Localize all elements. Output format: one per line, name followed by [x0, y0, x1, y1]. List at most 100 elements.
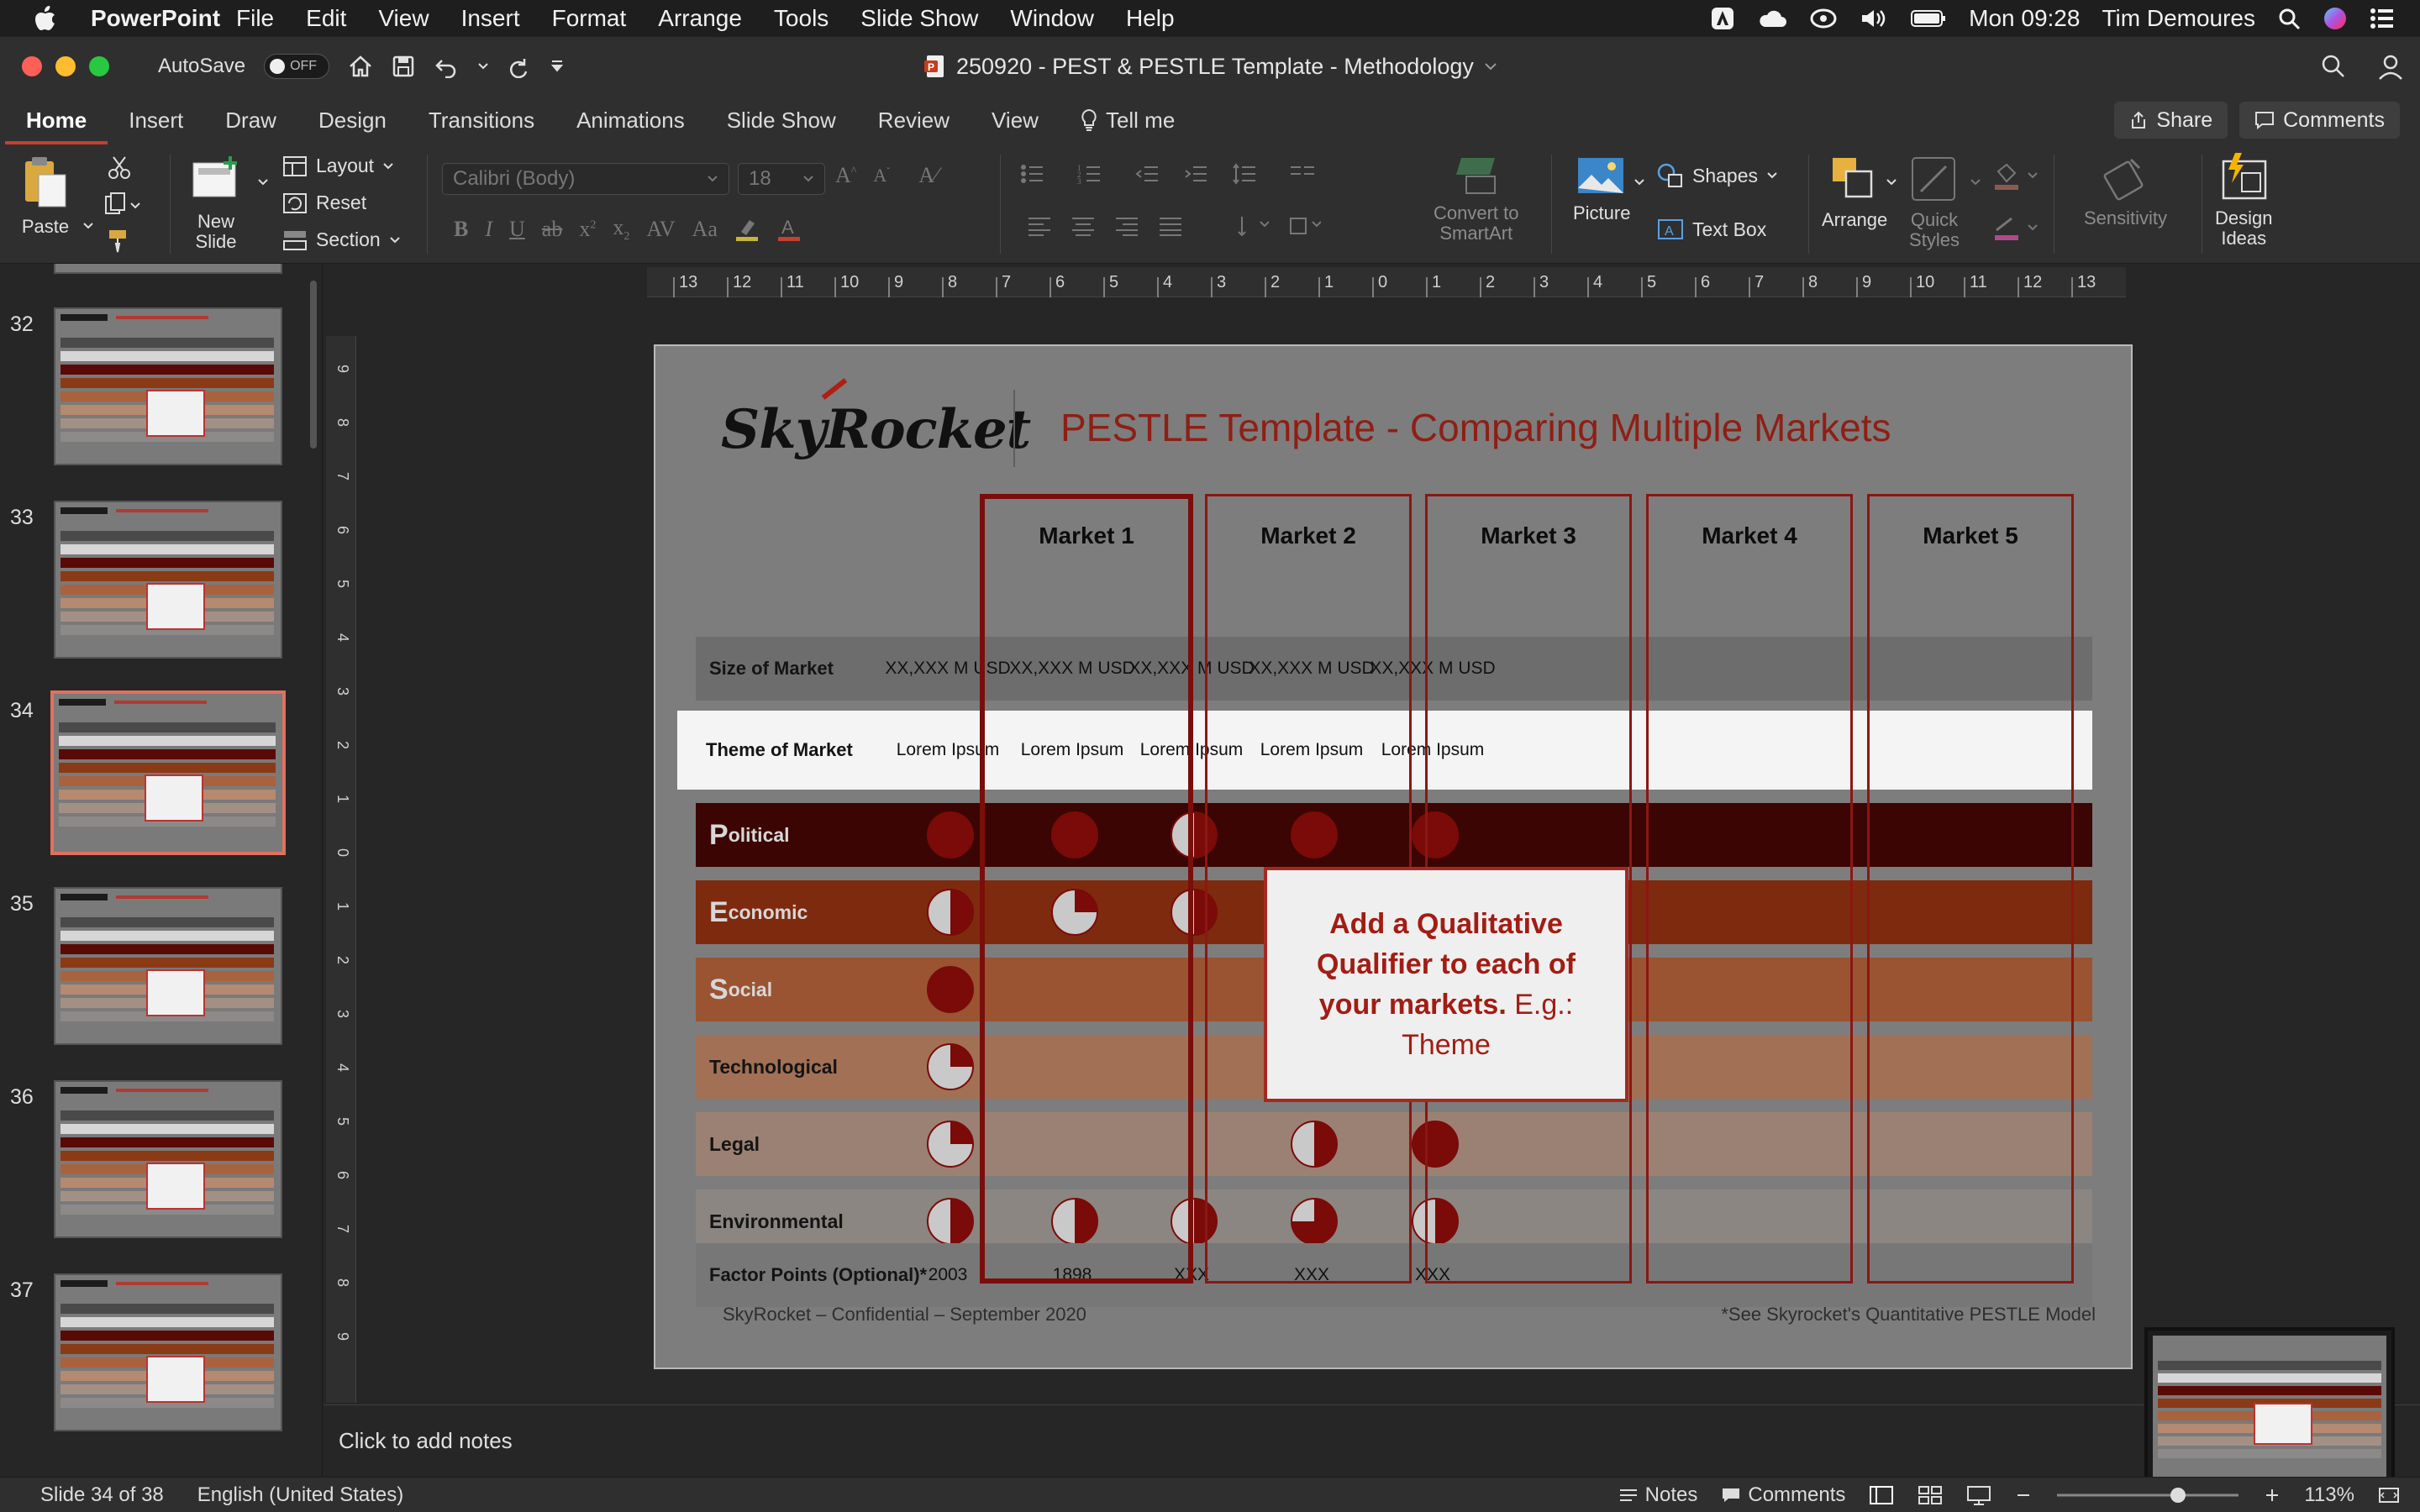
market-column-frame[interactable] — [1867, 494, 2074, 1284]
grow-font-icon[interactable]: A^ — [835, 163, 856, 188]
horizontal-ruler[interactable]: 13 12 11 10 9 8 7 6 5 4 3 2 1 0 1 2 3 4 5 6 7 8 9 10 11 12 13 — [647, 267, 2126, 297]
line-spacing-icon[interactable] — [1232, 163, 1265, 185]
menu-app-name[interactable]: PowerPoint — [71, 5, 220, 32]
section-button[interactable]: Section — [282, 228, 401, 251]
shapes-button[interactable]: Shapes — [1657, 163, 1778, 188]
paste-dropdown-icon[interactable] — [82, 222, 94, 230]
zoom-in-icon[interactable] — [2264, 1487, 2281, 1504]
user-name[interactable]: Tim Demoures — [2102, 5, 2255, 32]
battery-icon[interactable] — [1910, 8, 1947, 29]
spotlight-search-icon[interactable] — [2277, 7, 2301, 30]
tab-insert[interactable]: Insert — [108, 96, 204, 144]
numbering-icon[interactable]: 123 — [1077, 163, 1111, 185]
undo-icon[interactable] — [434, 55, 459, 78]
thumbnail-partial[interactable] — [54, 264, 282, 274]
home-icon[interactable] — [348, 55, 373, 78]
tab-review[interactable]: Review — [857, 96, 971, 144]
comments-toggle[interactable]: Comments — [1721, 1483, 1845, 1507]
bullets-icon[interactable] — [1020, 163, 1054, 185]
slide-sorter-icon[interactable] — [1918, 1485, 1943, 1505]
font-name-combo[interactable]: Calibri (Body) — [442, 163, 729, 195]
slide-title[interactable]: PESTLE Template - Comparing Multiple Mar… — [1060, 405, 1891, 450]
harvey-ball[interactable] — [926, 811, 975, 859]
menu-arrange[interactable]: Arrange — [642, 5, 758, 32]
tab-home[interactable]: Home — [5, 96, 108, 144]
slide-canvas[interactable]: SkyRocket PESTLE Template - Comparing Mu… — [654, 344, 2133, 1369]
quick-styles-dropdown-icon[interactable] — [1970, 178, 1981, 186]
change-case-icon[interactable]: Aa — [692, 217, 718, 242]
shrink-font-icon[interactable]: Aˇ — [873, 165, 890, 186]
tab-slide-show[interactable]: Slide Show — [706, 96, 857, 144]
menu-help[interactable]: Help — [1110, 5, 1191, 32]
new-slide-dropdown-icon[interactable] — [257, 178, 269, 186]
normal-view-icon[interactable] — [1869, 1485, 1894, 1505]
slide-counter[interactable]: Slide 34 of 38 — [40, 1483, 164, 1507]
market-header[interactable]: Market 5 — [1886, 522, 2054, 549]
arrange-button[interactable]: Arrange — [1822, 155, 1887, 230]
language-status[interactable]: English (United States) — [197, 1483, 403, 1507]
zoom-slider[interactable] — [2055, 1485, 2240, 1505]
increase-indent-icon[interactable] — [1183, 163, 1208, 185]
market-column-frame[interactable] — [1646, 494, 1853, 1284]
superscript-icon[interactable]: x2 — [579, 217, 596, 242]
cut-icon[interactable] — [108, 155, 131, 180]
menu-insert[interactable]: Insert — [445, 5, 536, 32]
notes-pane[interactable]: Click to add notes — [324, 1404, 2420, 1477]
fit-slide-icon[interactable] — [2378, 1485, 2400, 1505]
text-direction-icon[interactable] — [1235, 215, 1269, 237]
menu-window[interactable]: Window — [994, 5, 1110, 32]
highlight-color-icon[interactable] — [734, 217, 760, 242]
subscript-icon[interactable]: x2 — [613, 215, 629, 244]
customize-toolbar-icon[interactable] — [550, 58, 565, 75]
clock-text[interactable]: Mon 09:28 — [1969, 5, 2080, 32]
control-center-icon[interactable] — [2370, 8, 2395, 29]
slide-thumbnail-pane[interactable]: 32 33 34 35 36 37 — [0, 264, 323, 1477]
strikethrough-icon[interactable]: ab — [542, 217, 563, 242]
menu-view[interactable]: View — [362, 5, 445, 32]
picture-button[interactable]: Picture — [1573, 155, 1630, 223]
notes-toggle[interactable]: Notes — [1618, 1483, 1697, 1507]
bold-icon[interactable]: B — [454, 217, 468, 242]
tell-me[interactable]: Tell me — [1060, 96, 1196, 144]
shape-outline-icon[interactable] — [1991, 215, 2042, 244]
tab-view[interactable]: View — [971, 96, 1060, 144]
new-slide-button[interactable]: New Slide — [190, 155, 242, 252]
clear-formatting-icon[interactable]: A⁄ — [918, 163, 938, 188]
close-window-button[interactable] — [22, 56, 42, 76]
harvey-ball[interactable] — [926, 1042, 975, 1091]
profile-icon[interactable] — [2376, 52, 2405, 81]
zoom-out-icon[interactable] — [2015, 1487, 2032, 1504]
shape-fill-icon[interactable] — [1991, 163, 2042, 192]
menu-format[interactable]: Format — [536, 5, 643, 32]
layout-button[interactable]: Layout — [282, 155, 394, 177]
market-header[interactable]: Market 1 — [1002, 522, 1171, 549]
slide-navigator-preview[interactable] — [2144, 1327, 2395, 1487]
convert-smartart-button[interactable]: Convert to SmartArt — [1434, 155, 1519, 244]
autosave-toggle[interactable]: OFF — [264, 54, 330, 79]
reset-button[interactable]: Reset — [282, 192, 366, 214]
tab-transitions[interactable]: Transitions — [408, 96, 555, 144]
minimize-window-button[interactable] — [55, 56, 76, 76]
market-column-frame[interactable] — [980, 494, 1193, 1284]
slide-thumbnail[interactable]: 37 — [0, 1273, 322, 1441]
align-center-icon[interactable] — [1071, 216, 1096, 236]
redo-icon[interactable] — [508, 55, 531, 78]
tab-animations[interactable]: Animations — [555, 96, 706, 144]
harvey-ball[interactable] — [926, 1197, 975, 1246]
align-left-icon[interactable] — [1027, 216, 1052, 236]
thumbnail-scrollbar[interactable] — [310, 281, 317, 449]
cloud-icon[interactable] — [1757, 7, 1787, 30]
underline-icon[interactable]: U — [509, 217, 525, 242]
accessibility-icon[interactable] — [1710, 6, 1735, 31]
paste-button[interactable]: Paste — [20, 155, 71, 237]
tab-design[interactable]: Design — [297, 96, 408, 144]
slide-thumbnail[interactable]: 34 — [0, 690, 322, 862]
design-ideas-button[interactable]: Design Ideas — [2215, 151, 2272, 249]
format-painter-icon[interactable] — [106, 227, 133, 254]
market-header[interactable]: Market 3 — [1444, 522, 1612, 549]
creative-cloud-icon[interactable] — [1809, 7, 1838, 30]
align-right-icon[interactable] — [1114, 216, 1139, 236]
title-chevron-down-icon[interactable] — [1484, 62, 1497, 71]
harvey-ball[interactable] — [926, 1120, 975, 1168]
decrease-indent-icon[interactable] — [1134, 163, 1160, 185]
